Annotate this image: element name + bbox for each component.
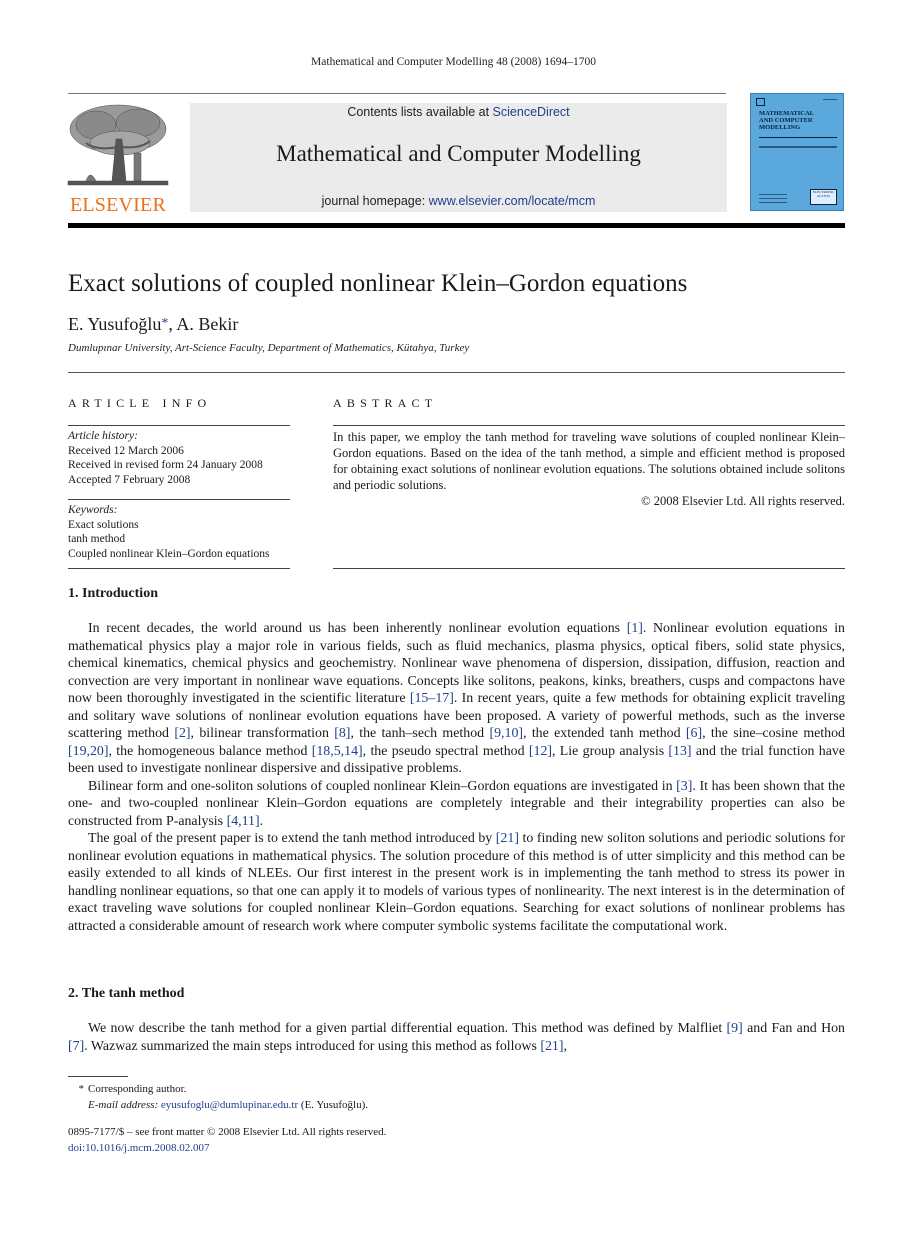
contents-prefix: Contents lists available at [347, 105, 493, 119]
abstract-label: ABSTRACT [333, 396, 438, 410]
tree-icon [67, 104, 169, 186]
citation-link[interactable]: [7] [68, 1039, 84, 1054]
keywords-label: Keywords: [68, 504, 118, 516]
history-item: Received in revised form 24 January 2008 [68, 459, 263, 471]
cover-publisher-mark [759, 194, 787, 204]
contents-line: Contents lists available at ScienceDirec… [190, 105, 727, 119]
citation-link[interactable]: [4,11] [227, 814, 260, 829]
citation-link[interactable]: [3] [676, 779, 692, 794]
introduction-body: In recent decades, the world around us h… [68, 620, 845, 935]
running-head: Mathematical and Computer Modelling 48 (… [311, 56, 596, 68]
journal-name: Mathematical and Computer Modelling [276, 141, 641, 166]
author-list: E. Yusufoğlu*, A. Bekir [68, 314, 238, 335]
paragraph: We now describe the tanh method for a gi… [68, 1021, 845, 1054]
cover-title-line: MODELLING [759, 124, 801, 131]
journal-homepage-link[interactable]: www.elsevier.com/locate/mcm [429, 194, 596, 208]
author-name[interactable]: A. Bekir [176, 314, 238, 334]
citation-link[interactable]: [9,10] [489, 726, 523, 741]
abstract-body: In this paper, we employ the tanh method… [333, 429, 845, 509]
keywords: Keywords: Exact solutions tanh method Co… [68, 503, 290, 561]
section-heading-introduction: 1. Introduction [68, 586, 158, 601]
divider [68, 372, 845, 373]
header-top-rule [68, 93, 726, 94]
homepage-prefix: journal homepage: [321, 194, 429, 208]
email-link[interactable]: eyusufoglu@dumlupinar.edu.tr [161, 1099, 298, 1111]
citation-link[interactable]: [9] [727, 1021, 743, 1036]
divider [68, 499, 290, 500]
divider [68, 425, 290, 426]
abstract-text: In this paper, we employ the tanh method… [333, 430, 845, 492]
footnote-text: Corresponding author. [88, 1083, 187, 1095]
divider [333, 568, 845, 569]
keyword-item: Exact solutions [68, 518, 139, 531]
tanh-method-body: We now describe the tanh method for a gi… [68, 1020, 845, 1055]
citation-link[interactable]: [6] [686, 726, 702, 741]
citation-link[interactable]: [12] [529, 744, 552, 759]
cover-title: MATHEMATICAL AND COMPUTER MODELLING [759, 110, 814, 131]
paragraph: In recent decades, the world around us h… [68, 621, 846, 776]
abstract-copyright: © 2008 Elsevier Ltd. All rights reserved… [641, 494, 845, 508]
cover-title-line: MATHEMATICAL [759, 110, 815, 117]
article-history: Article history: Received 12 March 2006 … [68, 429, 290, 487]
cover-rule [759, 146, 837, 148]
paragraph: The goal of the present paper is to exte… [68, 831, 845, 934]
header-thick-rule [68, 223, 845, 228]
divider [333, 425, 845, 426]
email-suffix: (E. Yusufoğlu). [298, 1099, 369, 1111]
citation-link[interactable]: [8] [334, 726, 350, 741]
citation-link[interactable]: [1] [627, 621, 643, 636]
journal-banner: Contents lists available at ScienceDirec… [190, 103, 727, 212]
issn-block: 0895-7177/$ – see front matter © 2008 El… [68, 1124, 386, 1156]
article-title: Exact solutions of coupled nonlinear Kle… [68, 270, 688, 297]
issn-line: 0895-7177/$ – see front matter © 2008 El… [68, 1126, 387, 1138]
cover-rule [759, 137, 837, 138]
footnote-email: E-mail address: eyusufoglu@dumlupinar.ed… [68, 1097, 368, 1113]
footnote-rule [68, 1076, 128, 1077]
citation-link[interactable]: [15–17] [410, 691, 454, 706]
keyword-item: Coupled nonlinear Klein–Gordon equations [68, 547, 270, 560]
journal-cover-thumbnail[interactable]: MATHEMATICAL AND COMPUTER MODELLING ELEC… [750, 93, 844, 211]
affiliation: Dumlupınar University, Art-Science Facul… [68, 342, 470, 354]
section-heading-tanh-method: 2. The tanh method [68, 986, 185, 1001]
homepage-line: journal homepage: www.elsevier.com/locat… [190, 194, 727, 208]
sciencedirect-link[interactable]: ScienceDirect [493, 105, 570, 119]
email-label: E-mail address: [88, 1099, 161, 1111]
history-item: Received 12 March 2006 [68, 444, 184, 457]
cover-issn-mark [823, 99, 837, 100]
paragraph: Bilinear form and one-soliton solutions … [68, 778, 845, 829]
cover-electronic-access-badge: ELECTRONIC ACCESS [810, 189, 837, 205]
citation-link[interactable]: [2] [174, 726, 190, 741]
citation-link[interactable]: [19,20] [68, 744, 109, 759]
author-name[interactable]: E. Yusufoğlu [68, 314, 161, 334]
doi-link[interactable]: doi:10.1016/j.mcm.2008.02.007 [68, 1142, 209, 1154]
citation-link[interactable]: [21] [540, 1039, 563, 1054]
citation-link[interactable]: [18,5,14] [312, 744, 363, 759]
footnotes: * Corresponding author. E-mail address: e… [68, 1081, 369, 1113]
citation-link[interactable]: [21] [496, 831, 519, 846]
elsevier-logo[interactable]: ELSEVIER [66, 103, 170, 215]
history-item: Accepted 7 February 2008 [68, 473, 191, 486]
article-info-label: ARTICLE INFO [68, 396, 212, 410]
cover-title-line: AND COMPUTER [759, 117, 813, 124]
citation-link[interactable]: [13] [668, 744, 691, 759]
divider [68, 568, 290, 569]
footnote-corresponding: * Corresponding author. [68, 1081, 368, 1097]
elsevier-wordmark: ELSEVIER [69, 194, 167, 216]
footnote-star: * [78, 1083, 85, 1095]
article-history-label: Article history: [68, 430, 138, 442]
cover-logo-icon [756, 98, 765, 106]
keyword-item: tanh method [68, 533, 126, 545]
